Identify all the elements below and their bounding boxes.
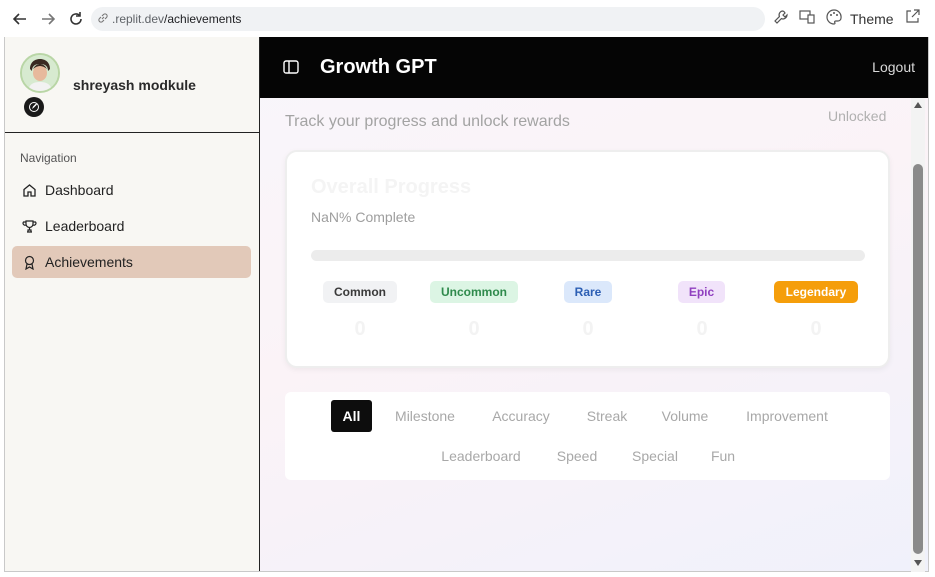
rarity-badge-epic: Epic <box>678 281 725 303</box>
rarity-count-epic: 0 <box>696 318 708 340</box>
rarity-badge-rare: Rare <box>564 281 612 303</box>
external-link-icon[interactable] <box>905 9 920 24</box>
category-filter: All Milestone Accuracy Streak Volume Imp… <box>285 392 890 480</box>
rarity-count-uncommon: 0 <box>468 318 480 340</box>
rarity-badge-uncommon: Uncommon <box>430 281 518 303</box>
rarity-count-common: 0 <box>354 318 366 340</box>
back-icon[interactable] <box>10 9 30 29</box>
nav-heading: Navigation <box>20 151 77 165</box>
vertical-scrollbar[interactable] <box>911 98 925 572</box>
filter-speed[interactable]: Speed <box>548 440 606 472</box>
edit-avatar-icon[interactable] <box>24 97 44 117</box>
filter-fun[interactable]: Fun <box>703 440 743 472</box>
rarity-badge-legendary: Legendary <box>774 281 858 303</box>
address-bar[interactable]: .replit.dev/achievements <box>91 7 765 31</box>
avatar[interactable] <box>20 53 60 93</box>
rarity-count-rare: 0 <box>582 318 594 340</box>
scrollbar-thumb[interactable] <box>913 164 923 554</box>
profile-section: shreyash modkule <box>5 37 260 133</box>
reload-icon[interactable] <box>66 9 86 29</box>
url-host: .replit.dev <box>112 12 165 26</box>
sidebar-item-achievements[interactable]: Achievements <box>12 246 251 278</box>
username: shreyash modkule <box>73 77 196 93</box>
wrench-icon[interactable] <box>773 9 789 25</box>
rarity-badge-common: Common <box>323 281 397 303</box>
filter-special[interactable]: Special <box>622 440 688 472</box>
browser-toolbar: .replit.dev/achievements Theme <box>0 0 935 37</box>
sidebar: shreyash modkule Navigation Dashboard Le… <box>5 37 260 571</box>
link-icon <box>97 12 109 27</box>
filter-volume[interactable]: Volume <box>652 400 718 432</box>
forward-icon[interactable] <box>38 9 58 29</box>
scroll-up-arrow[interactable] <box>914 102 922 108</box>
trophy-icon <box>21 218 37 234</box>
app-frame: shreyash modkule Navigation Dashboard Le… <box>4 37 929 572</box>
sidebar-item-label: Leaderboard <box>45 218 125 234</box>
page-subtitle: Track your progress and unlock rewards <box>285 113 570 130</box>
rarity-count-legendary: 0 <box>810 318 822 340</box>
theme-label[interactable]: Theme <box>850 11 894 27</box>
overall-progress-card: Overall Progress NaN% Complete Common Un… <box>285 150 890 368</box>
sidebar-item-label: Achievements <box>45 254 133 270</box>
progress-percent-text: NaN% Complete <box>311 209 416 225</box>
logout-button[interactable]: Logout <box>872 59 915 75</box>
sidebar-item-label: Dashboard <box>45 182 114 198</box>
scroll-down-arrow[interactable] <box>914 560 922 566</box>
top-header: Growth GPT Logout <box>260 37 928 98</box>
filter-leaderboard[interactable]: Leaderboard <box>432 440 530 472</box>
filter-streak[interactable]: Streak <box>577 400 637 432</box>
progress-card-title: Overall Progress <box>311 176 472 198</box>
home-icon <box>21 182 37 198</box>
sidebar-item-leaderboard[interactable]: Leaderboard <box>12 210 251 242</box>
filter-milestone[interactable]: Milestone <box>387 400 463 432</box>
devices-icon[interactable] <box>799 9 815 25</box>
filter-all[interactable]: All <box>331 400 372 432</box>
filter-accuracy[interactable]: Accuracy <box>481 400 561 432</box>
app-title: Growth GPT <box>320 56 437 78</box>
filter-improvement[interactable]: Improvement <box>734 400 840 432</box>
award-icon <box>21 254 37 270</box>
sidebar-item-dashboard[interactable]: Dashboard <box>12 174 251 206</box>
achievements-scroll-area[interactable]: Track your progress and unlock rewards U… <box>260 98 928 571</box>
progress-bar <box>311 250 865 261</box>
palette-icon[interactable] <box>826 9 842 25</box>
unlocked-label: Unlocked <box>828 108 887 124</box>
sidebar-toggle-icon[interactable] <box>282 58 300 76</box>
main-content: Growth GPT Logout Track your progress an… <box>260 37 928 571</box>
url-path: /achievements <box>164 12 242 26</box>
